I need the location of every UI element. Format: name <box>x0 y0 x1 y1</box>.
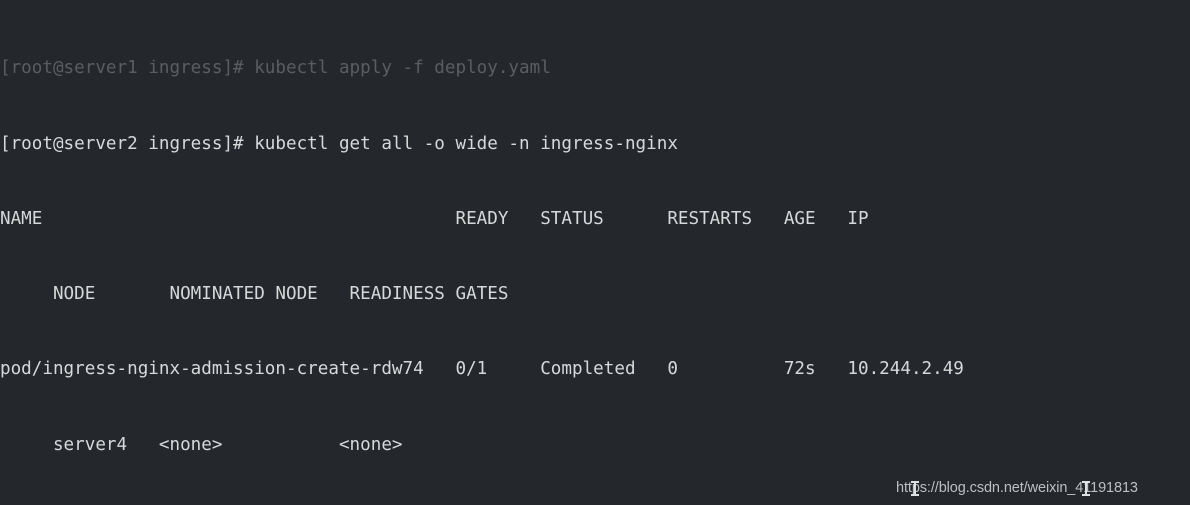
terminal-line-clipped: [root@server1 ingress]# kubectl apply -f… <box>0 58 551 79</box>
terminal-window[interactable]: [root@server1 ingress]# kubectl apply -f… <box>0 0 1190 505</box>
pods-header-line-1: NAME READY STATUS RESTARTS AGE IP <box>0 208 869 229</box>
pods-header-line-2: NODE NOMINATED NODE READINESS GATES <box>0 284 509 305</box>
pod-row-admission-create-wrap: server4 <none> <none> <box>0 434 403 455</box>
text-cursor-icon <box>911 481 919 496</box>
terminal-prompt-line: [root@server2 ingress]# kubectl get all … <box>0 133 678 154</box>
text-cursor-icon-secondary <box>1082 481 1090 496</box>
pod-row-admission-create: pod/ingress-nginx-admission-create-rdw74… <box>0 359 964 380</box>
terminal-screen: [root@server1 ingress]# kubectl apply -f… <box>0 0 1190 505</box>
